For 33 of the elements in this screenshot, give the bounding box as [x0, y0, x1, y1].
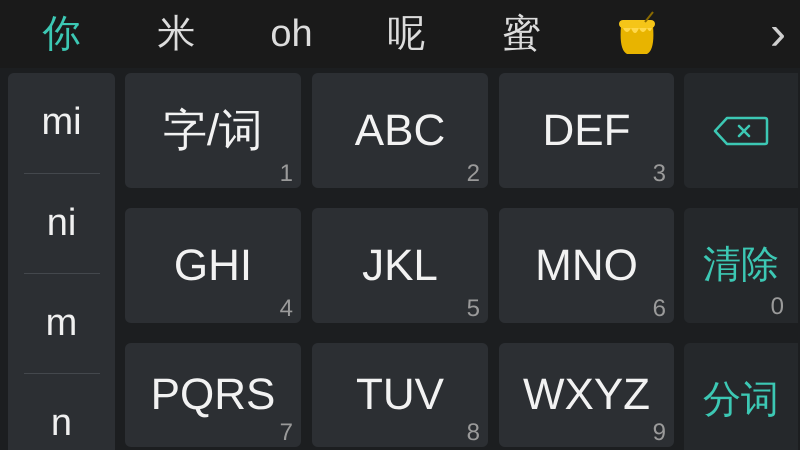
key[interactable]: PQRS 7 — [125, 343, 301, 447]
key-number: 4 — [280, 297, 293, 321]
pinyin-option[interactable]: ni — [46, 194, 76, 252]
more-candidates-button[interactable]: › — [770, 10, 786, 58]
key[interactable]: ABC 2 — [312, 73, 488, 188]
key-number: 7 — [280, 421, 293, 445]
key-number: 5 — [466, 297, 480, 321]
key[interactable]: MNO 6 — [499, 208, 674, 323]
pinyin-option[interactable]: mi — [41, 94, 82, 152]
candidate[interactable]: 蜜 — [464, 4, 579, 64]
candidate[interactable]: 你 — [4, 4, 119, 64]
key[interactable]: WXYZ 9 — [499, 343, 674, 447]
pinyin-option[interactable]: m — [46, 294, 78, 352]
key[interactable]: DEF 3 — [499, 73, 674, 188]
key-number: 2 — [466, 162, 480, 186]
key[interactable]: TUV 8 — [312, 343, 488, 447]
key-number: 1 — [280, 162, 293, 186]
key[interactable]: GHI 4 — [125, 208, 301, 323]
function-key[interactable]: 清除 0 — [684, 208, 798, 323]
candidate[interactable]: 呢 — [349, 4, 464, 64]
key[interactable]: JKL 5 — [312, 208, 488, 323]
key-number: 6 — [652, 297, 666, 321]
key-number: 3 — [652, 162, 666, 186]
backspace-button[interactable] — [684, 73, 798, 188]
key-number: 0 — [770, 295, 784, 319]
backspace-icon — [713, 116, 769, 146]
function-key[interactable]: 分词 — [684, 343, 798, 450]
key-number: 8 — [466, 421, 480, 445]
key[interactable]: 字/词 1 — [125, 73, 301, 188]
key-number: 9 — [652, 421, 666, 445]
candidate[interactable]: oh — [234, 4, 349, 64]
candidate[interactable]: 米 — [119, 4, 234, 64]
pinyin-option[interactable]: n — [50, 394, 72, 450]
